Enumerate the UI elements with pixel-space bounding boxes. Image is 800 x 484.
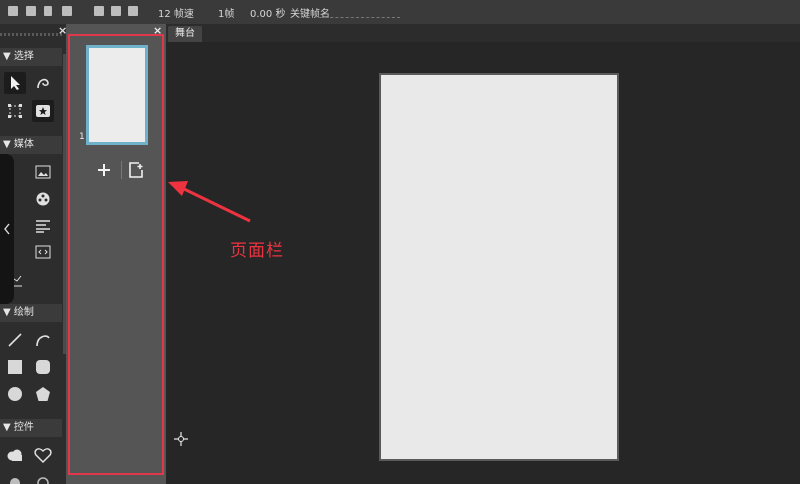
- move-cursor-icon: [174, 432, 188, 446]
- control-a-icon[interactable]: [4, 468, 26, 484]
- pentagon-icon[interactable]: [32, 383, 54, 405]
- collapse-triangle-icon: ▼: [3, 422, 11, 433]
- circle-icon[interactable]: [4, 383, 26, 405]
- image-icon[interactable]: [32, 161, 54, 183]
- collapse-drawer-handle[interactable]: [0, 154, 14, 304]
- top-toolbar: 12 帧速 1帧 0.00 秒 关键帧名: [0, 0, 800, 25]
- page-number: 1: [79, 132, 85, 142]
- arrow-select-icon[interactable]: [4, 72, 26, 94]
- chevron-left-icon: [4, 223, 10, 235]
- annotation-label: 页面栏: [230, 241, 284, 261]
- pages-panel: × 1: [66, 24, 166, 484]
- curve-icon[interactable]: [32, 329, 54, 351]
- film-reel-icon[interactable]: [32, 188, 54, 210]
- frame-count-label[interactable]: 1帧: [218, 5, 234, 20]
- line-icon[interactable]: [4, 329, 26, 351]
- cloud-icon[interactable]: [4, 444, 26, 466]
- rectangle-icon[interactable]: [4, 356, 26, 378]
- collapse-triangle-icon: ▼: [3, 51, 11, 62]
- code-icon[interactable]: [32, 241, 54, 263]
- section-label: 选择: [13, 51, 34, 62]
- print-icon[interactable]: [128, 6, 138, 16]
- panel-grip[interactable]: [0, 33, 62, 36]
- text-align-icon[interactable]: [32, 215, 54, 237]
- tools-panel: × ▼ 选择 ▼ 媒体 ▼ 绘制 ▼ 控件: [0, 24, 66, 484]
- section-label: 媒体: [13, 139, 34, 150]
- star-badge-icon[interactable]: [32, 100, 54, 122]
- keyframe-name-field-underline: [320, 17, 400, 18]
- tab-stage[interactable]: 舞台: [168, 26, 202, 42]
- transform-icon[interactable]: [4, 100, 26, 122]
- time-label[interactable]: 0.00 秒: [250, 5, 285, 20]
- section-select-header[interactable]: ▼ 选择: [0, 48, 62, 66]
- collapse-triangle-icon: ▼: [3, 307, 11, 318]
- control-b-icon[interactable]: [32, 468, 54, 484]
- section-controls-header[interactable]: ▼ 控件: [0, 419, 62, 437]
- section-label: 控件: [13, 422, 34, 433]
- lasso-icon[interactable]: [32, 72, 54, 94]
- stage-area: 舞台 页面栏: [166, 24, 800, 484]
- duplicate-page-icon: [129, 162, 143, 178]
- rounded-rect-icon[interactable]: [32, 356, 54, 378]
- new-file-icon[interactable]: [8, 6, 18, 16]
- heart-icon[interactable]: [32, 444, 54, 466]
- section-media-header[interactable]: ▼ 媒体: [0, 136, 62, 154]
- open-folder-icon[interactable]: [26, 6, 36, 16]
- section-label: 绘制: [13, 307, 34, 318]
- delete-icon[interactable]: [44, 6, 52, 16]
- add-page-icon: [98, 164, 110, 176]
- frame-rate-label[interactable]: 12 帧速: [158, 5, 194, 20]
- duplicate-page-button[interactable]: [126, 160, 146, 180]
- button-divider: [121, 161, 122, 179]
- page-icon[interactable]: [94, 6, 104, 16]
- annotation-arrow-icon: [168, 181, 251, 223]
- close-icon[interactable]: ×: [58, 24, 66, 37]
- copy-icon[interactable]: [62, 6, 72, 16]
- add-page-button[interactable]: [94, 160, 114, 180]
- page-thumbnail[interactable]: [86, 45, 148, 145]
- stage-canvas[interactable]: [379, 73, 619, 461]
- section-draw-header[interactable]: ▼ 绘制: [0, 304, 62, 322]
- stage-tabbar: 舞台: [166, 24, 800, 42]
- collapse-triangle-icon: ▼: [3, 139, 11, 150]
- image-icon[interactable]: [111, 6, 121, 16]
